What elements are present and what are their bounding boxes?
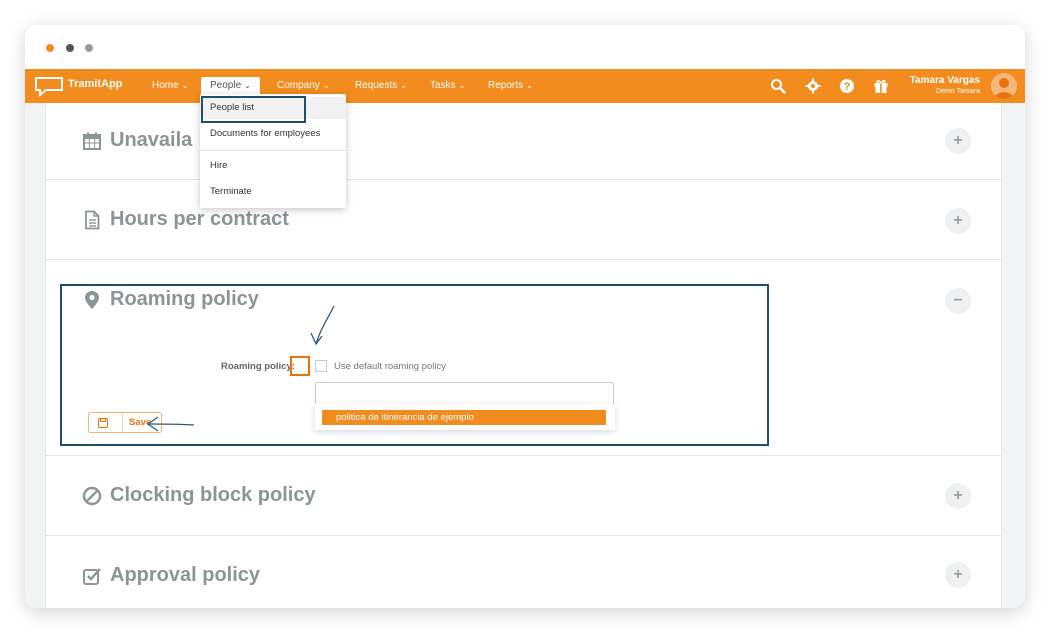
arrow-left-annotation (146, 416, 195, 432)
ban-icon (81, 485, 103, 507)
nav-company-label: Company (277, 80, 320, 91)
nav-tasks-label: Tasks (430, 80, 456, 91)
search-icon[interactable] (769, 77, 787, 95)
logo-bubble-icon (35, 77, 63, 97)
window-dot-dark (66, 44, 74, 52)
section-hours-per-contract: Hours per contract + (46, 180, 1001, 260)
nav-requests[interactable]: Requests ⌄ (355, 69, 407, 103)
window-chrome (25, 25, 1025, 69)
check-square-icon (81, 565, 103, 587)
nav-home[interactable]: Home ⌄ (152, 69, 188, 103)
section-title-label: Hours per contract (110, 208, 289, 230)
expand-button[interactable]: + (945, 128, 971, 154)
section-approval-policy: Approval policy + (46, 536, 1001, 608)
section-title-label: Approval policy (110, 564, 261, 586)
help-icon[interactable]: ? (838, 77, 856, 95)
nav-requests-label: Requests (355, 80, 398, 91)
collapse-button[interactable]: − (945, 288, 971, 314)
menu-item-terminate[interactable]: Terminate (200, 181, 346, 203)
gear-icon[interactable] (804, 77, 822, 95)
menu-item-documents[interactable]: Documents for employees (200, 123, 346, 145)
svg-text:?: ? (844, 81, 851, 93)
chevron-down-icon: ⌄ (400, 81, 407, 90)
menu-divider (200, 150, 346, 151)
expand-button[interactable]: + (945, 483, 971, 509)
chevron-down-icon: ⌄ (322, 81, 330, 90)
document-icon (81, 209, 103, 231)
section-unavailability: Unavaila + (46, 103, 1001, 180)
user-company: Demo Tamara (936, 88, 980, 95)
nav-tasks[interactable]: Tasks ⌄ (430, 69, 465, 103)
section-clocking-block-policy: Clocking block policy + (46, 456, 1001, 536)
checkbox-highlight-frame (290, 356, 310, 376)
user-name[interactable]: Tamara Vargas (910, 75, 980, 86)
section-title[interactable]: Hours per contract (81, 208, 289, 231)
chevron-down-icon: ⌄ (244, 81, 251, 90)
expand-button[interactable]: + (945, 562, 971, 588)
chevron-down-icon: ⌄ (458, 81, 466, 90)
gift-icon[interactable] (872, 77, 890, 95)
browser-window: TramitApp Home ⌄ People ⌄ Company ⌄ Request… (25, 25, 1025, 608)
page-gutter-left (25, 103, 45, 608)
nav-reports-label: Reports (488, 80, 524, 91)
page-gutter-right (1000, 103, 1025, 608)
section-title-label: Clocking block policy (110, 484, 316, 506)
nav-home-label: Home (152, 80, 179, 91)
window-dot-gray (85, 44, 93, 52)
section-title[interactable]: Approval policy (81, 564, 260, 587)
arrow-down-annotation (310, 305, 335, 346)
section-title[interactable]: Clocking block policy (81, 484, 316, 507)
expand-button[interactable]: + (945, 208, 971, 234)
nav-reports[interactable]: Reports ⌄ (488, 69, 533, 103)
avatar[interactable] (991, 73, 1017, 99)
people-list-highlight-frame (201, 96, 306, 123)
chevron-down-icon: ⌄ (526, 81, 533, 90)
section-title-label: Unavaila (110, 129, 193, 151)
logo-text: TramitApp (68, 78, 123, 90)
top-navigation: TramitApp Home ⌄ People ⌄ Company ⌄ Request… (25, 69, 1025, 103)
calendar-icon (81, 130, 103, 152)
section-title[interactable]: Unavaila (81, 129, 192, 152)
chevron-down-icon: ⌄ (181, 81, 189, 90)
nav-people-label: People (210, 80, 242, 91)
menu-item-hire[interactable]: Hire (200, 155, 346, 177)
window-dot-orange (46, 44, 54, 52)
nav-people[interactable]: People ⌄ (201, 77, 260, 95)
